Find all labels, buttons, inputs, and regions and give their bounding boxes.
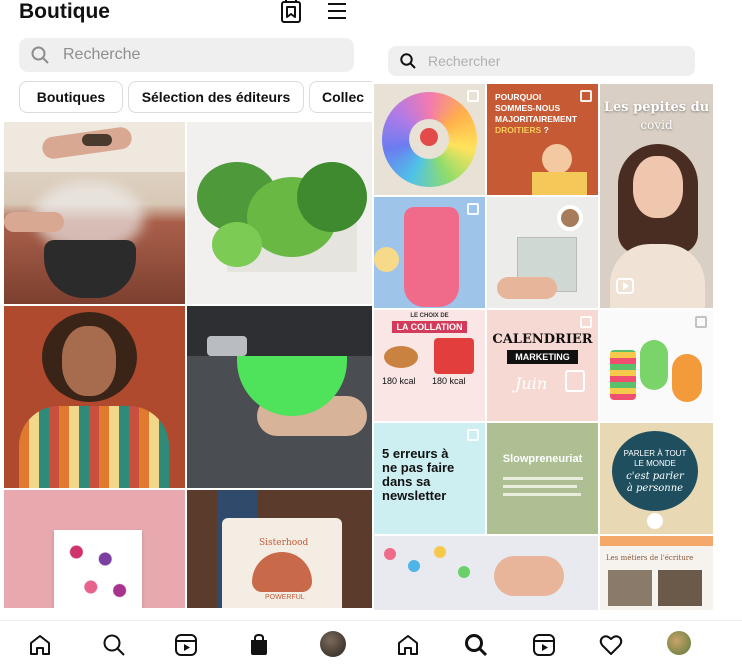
tile-droitiers[interactable]: POURQUOI SOMMES-NOUS MAJORITAIREMENT DRO… (487, 84, 598, 195)
tile-text: ? (541, 125, 549, 135)
tile-hands-incense[interactable] (4, 122, 185, 304)
tile-text: dans sa (382, 474, 431, 489)
search-placeholder: Recherche (63, 46, 141, 63)
shop-icon[interactable] (247, 633, 271, 657)
tile-title: Les métiers de l'écriture (606, 554, 694, 562)
tile-tote-bag[interactable]: Sisterhood POWERFUL (187, 490, 372, 608)
tile-badge: MARKETING (507, 350, 578, 364)
kcal-left: 180 kcal (382, 376, 416, 386)
tile-calendrier-marketing[interactable]: CALENDRIER MARKETING Juin (487, 310, 598, 421)
heart-icon[interactable] (599, 633, 623, 657)
multi-post-icon (467, 429, 479, 441)
tile-pepites-covid[interactable]: Les pepites du covid (600, 84, 713, 308)
search-icon (31, 46, 49, 64)
reel-icon (616, 278, 634, 294)
tile-collation[interactable]: LE CHOIX DE LA COLLATION 180 kcal 180 kc… (374, 310, 485, 421)
tile-slowpreneuriat[interactable]: Slowpreneuriat (487, 423, 598, 534)
tile-text: SOMMES-NOUS (495, 103, 561, 113)
multi-post-icon (580, 316, 592, 328)
tile-text: 5 erreurs à (382, 446, 449, 461)
multi-post-icon (695, 316, 707, 328)
tile-pink-dress[interactable] (374, 197, 485, 308)
tote-print-text-2: POWERFUL (265, 594, 305, 601)
profile-avatar[interactable] (320, 631, 346, 657)
search-placeholder: Rechercher (428, 53, 501, 69)
tile-push-pins[interactable] (374, 536, 598, 610)
explore-grid: POURQUOI SOMMES-NOUS MAJORITAIREMENT DRO… (374, 84, 713, 610)
tile-paper-snails[interactable] (600, 310, 713, 421)
search-icon[interactable] (464, 633, 488, 657)
tile-notebook-coffee[interactable] (487, 197, 598, 308)
reels-icon[interactable] (174, 633, 198, 657)
shop-screen: Boutique Recherche Boutiques Sélection d… (0, 0, 372, 670)
tile-text: LE MONDE (634, 459, 676, 468)
home-icon[interactable] (396, 633, 420, 657)
chip-collections[interactable]: Collec (309, 81, 372, 113)
tile-title: Slowpreneuriat (502, 453, 583, 465)
chip-boutiques[interactable]: Boutiques (19, 81, 123, 113)
tile-floral-print[interactable] (4, 490, 185, 608)
tile-title: LA COLLATION (392, 321, 467, 333)
search-input[interactable]: Recherche (19, 38, 354, 72)
tile-text-highlight: DROITIERS (495, 125, 542, 135)
page-title: Boutique (19, 0, 110, 23)
kcal-right: 180 kcal (432, 376, 466, 386)
explore-screen: Rechercher POURQUOI SOMMES-NOUS MAJORITA… (372, 0, 742, 670)
tile-parler-a-tout-le-monde[interactable]: PARLER À TOUT LE MONDE c'est parler à pe… (600, 423, 713, 534)
category-chips: Boutiques Sélection des éditeurs Collec (19, 81, 372, 113)
tile-month: Juin (515, 374, 548, 393)
hamburger-menu-icon[interactable] (326, 0, 350, 24)
bottom-nav (0, 620, 372, 670)
bookmark-shop-icon[interactable] (280, 0, 304, 24)
tile-subtitle: covid (640, 118, 673, 132)
tote-print-text: Sisterhood (259, 538, 309, 548)
tile-metiers-ecriture[interactable]: Les métiers de l'écriture (600, 536, 713, 610)
search-icon[interactable] (102, 633, 126, 657)
tile-title: CALENDRIER (492, 332, 593, 347)
tile-text: c'est parler (626, 471, 684, 482)
product-grid: Sisterhood POWERFUL (4, 122, 372, 608)
tile-title: Les pepites du (603, 100, 710, 115)
multi-post-icon (580, 90, 592, 102)
search-icon (400, 53, 416, 69)
multi-post-icon (467, 90, 479, 102)
tile-colorful-clay[interactable] (374, 84, 485, 195)
multi-post-icon (467, 203, 479, 215)
tile-text: POURQUOI (495, 92, 542, 102)
tile-text: newsletter (382, 488, 447, 503)
profile-avatar[interactable] (667, 631, 691, 655)
shop-header: Boutique (0, 0, 372, 32)
tile-text: MAJORITAIREMENT (495, 114, 578, 124)
chip-selection-editeurs[interactable]: Sélection des éditeurs (128, 81, 304, 113)
tile-green-sponge[interactable] (187, 306, 372, 488)
tile-text: PARLER À TOUT (623, 449, 687, 458)
bottom-nav (372, 620, 742, 670)
tile-woman-knit-top[interactable] (4, 306, 185, 488)
tile-kicker: LE CHOIX DE (410, 313, 449, 319)
search-input[interactable]: Rechercher (388, 46, 695, 76)
tile-green-plants[interactable] (187, 122, 372, 304)
tile-text: à personne (626, 483, 684, 494)
tile-erreurs-newsletter[interactable]: 5 erreurs à ne pas faire dans sa newslet… (374, 423, 485, 534)
reels-icon[interactable] (532, 633, 556, 657)
tile-text: ne pas faire (382, 460, 455, 475)
home-icon[interactable] (28, 633, 52, 657)
